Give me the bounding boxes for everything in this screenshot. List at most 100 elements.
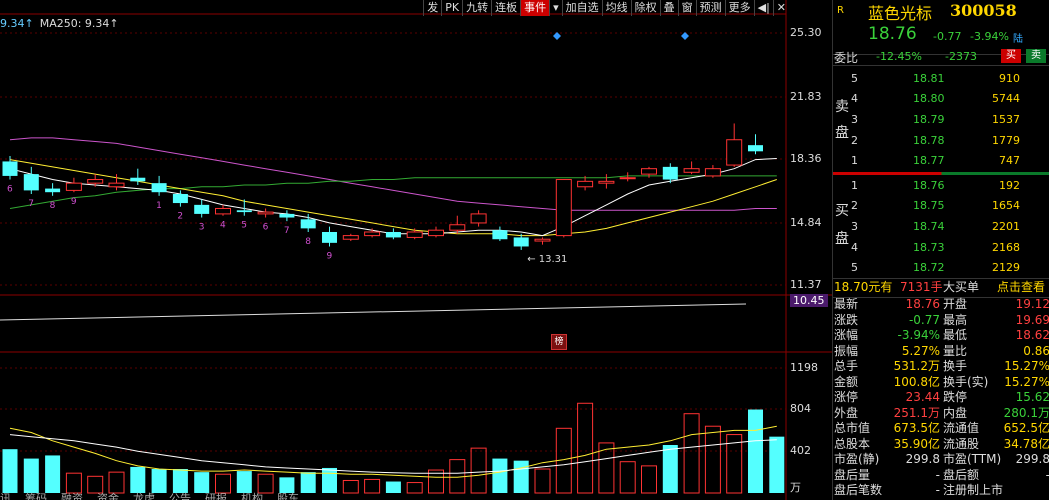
big-order-link[interactable]: 点击查看 (997, 279, 1045, 295)
stat-value: 0.86 (1023, 343, 1049, 358)
candle-body (748, 145, 763, 152)
candle-body (470, 213, 487, 224)
stat-label: 市盈(TTM) (943, 452, 1002, 466)
stat-row: 总市值 673.5亿 流通值 652.5亿 (833, 421, 1049, 435)
bottom-tab[interactable]: 资金 (97, 490, 119, 500)
toolbar-item[interactable]: 预测 (695, 0, 725, 16)
ask-row[interactable]: 3 18.79 1537 (833, 109, 1049, 130)
stat-label: 内盘 (943, 405, 968, 420)
candle-body (428, 229, 444, 237)
bid-row[interactable]: 5 18.72 2129 (833, 257, 1049, 278)
toolbar-item[interactable]: PK (441, 0, 462, 16)
candle-body (364, 231, 381, 237)
stat-row: 振幅 5.27% 量比 0.86 (833, 344, 1049, 358)
price-axis-label: 10.45 (790, 294, 828, 307)
toolbar-item[interactable]: 事件 (520, 0, 550, 16)
stat-value: - (935, 483, 940, 497)
stat-label: 盘后额 (943, 467, 980, 482)
toolbar-item[interactable]: 发 (423, 0, 441, 16)
weibi-label: 委比 (834, 51, 859, 65)
buy-button[interactable]: 买 (1001, 49, 1021, 63)
count-label: 7 (284, 226, 290, 236)
toolbar-item[interactable]: 九转 (462, 0, 491, 16)
bottom-tab[interactable]: 研报 (205, 490, 227, 500)
ask-row[interactable]: 1 18.77 747 (833, 150, 1049, 171)
stat-label: 盘后笔数 (834, 483, 883, 497)
toolbar-item[interactable]: 窗 (677, 0, 696, 16)
bid-volume: 192 (999, 179, 1020, 192)
ask-price: 18.79 (913, 113, 945, 126)
ask-row[interactable]: 2 18.78 1779 (833, 130, 1049, 151)
stat-value: 18.76 (905, 297, 940, 311)
bid-price: 18.73 (913, 241, 945, 254)
candle-body (23, 174, 39, 191)
bottom-tab[interactable]: 讯 (0, 490, 11, 500)
bottom-tab[interactable]: 筹码 (25, 490, 47, 500)
stat-label: 流通股 (943, 436, 980, 451)
weibi-diff: -2373 (945, 50, 977, 63)
bid-level: 3 (851, 220, 858, 233)
bottom-tab[interactable]: 龙虎 (133, 490, 155, 500)
count-label: 1 (156, 201, 162, 211)
stat-label: 流通值 (943, 421, 980, 435)
volume-bar (769, 436, 785, 493)
toolbar-item[interactable]: 更多 (724, 0, 754, 16)
toolbar-item[interactable]: 均线 (601, 0, 631, 16)
candle-body (130, 177, 146, 182)
candle-body (534, 238, 551, 242)
toolbar-item[interactable]: 加自选 (561, 0, 602, 16)
bid-row[interactable]: 1 18.76 192 (833, 175, 1049, 196)
candle-body (385, 231, 401, 238)
volume-bar (470, 447, 487, 494)
stat-label: 总市值 (834, 421, 871, 435)
stat-value: -0.77 (908, 312, 940, 327)
bid-price: 18.74 (913, 220, 945, 233)
stat-row: 总股本 35.90亿 流通股 34.78亿 (833, 437, 1049, 451)
stat-label: 注册制上市 (943, 483, 1004, 497)
toolbar-item[interactable]: ◀| (753, 0, 773, 16)
toolbar-item[interactable]: 叠 (659, 0, 678, 16)
stat-row: 最新 18.76 开盘 19.12 (833, 297, 1049, 311)
candle-body (492, 230, 508, 240)
low-price-marker: ← 13.31 (527, 254, 567, 265)
sell-button[interactable]: 卖 (1026, 49, 1046, 63)
bottom-tab[interactable]: 机构 (241, 490, 263, 500)
kline-chart[interactable]: 6 7 8 9 1 2 3 4 5 6 7 8 9 ← 13.31 (0, 0, 832, 500)
toolbar-item[interactable]: 除权 (630, 0, 660, 16)
bid-row[interactable]: 3 18.74 2201 (833, 216, 1049, 237)
toolbar-item[interactable]: 连板 (491, 0, 520, 16)
bid-row[interactable]: 2 18.75 1654 (833, 195, 1049, 216)
stat-label: 涨幅 (834, 328, 859, 342)
big-order-row[interactable]: 18.70元有 7131手 大买单 点击查看 (833, 278, 1049, 298)
volume-bar (619, 461, 636, 494)
count-label: 9 (71, 197, 77, 207)
stat-value: - (1046, 468, 1049, 482)
price-axis-label: 14.84 (790, 216, 822, 229)
ask-row[interactable]: 4 18.80 5744 (833, 88, 1049, 109)
stat-label: 换手 (943, 359, 968, 373)
bottom-tab[interactable]: 股东 (277, 490, 299, 500)
candle-body (704, 168, 721, 177)
ask-row[interactable]: 5 18.81 910 (833, 68, 1049, 89)
count-label: 3 (199, 223, 205, 233)
stat-label: 涨跌 (834, 312, 859, 327)
bottom-tab[interactable]: 融资 (61, 490, 83, 500)
stat-row: 涨跌 -0.77 最高 19.69 (833, 313, 1049, 327)
event-badge[interactable]: 榜 (551, 334, 567, 350)
toolbar-item[interactable]: ✕ (772, 0, 789, 16)
stat-label: 金额 (834, 374, 859, 389)
stat-value: 531.2万 (893, 359, 940, 373)
candle-body (449, 224, 466, 231)
stat-value: 299.8 (1015, 452, 1049, 466)
bid-price: 18.72 (913, 261, 945, 274)
volume-ma5-line (9, 425, 777, 478)
bid-row[interactable]: 4 18.73 2168 (833, 237, 1049, 258)
kline-chart-area[interactable]: 6 7 8 9 1 2 3 4 5 6 7 8 9 ← 13.31 发 PK 九转 连板 事件 ▾ 加自选 均线 除权叠窗… (0, 0, 832, 500)
toolbar-item[interactable]: ▾ (549, 0, 562, 16)
candle-body (641, 168, 657, 175)
price-axis-label: 18.36 (790, 152, 822, 165)
volume-bar (23, 458, 39, 493)
bottom-tab[interactable]: 公告 (169, 490, 191, 500)
candle-body (577, 180, 594, 188)
candle-body (555, 179, 572, 237)
